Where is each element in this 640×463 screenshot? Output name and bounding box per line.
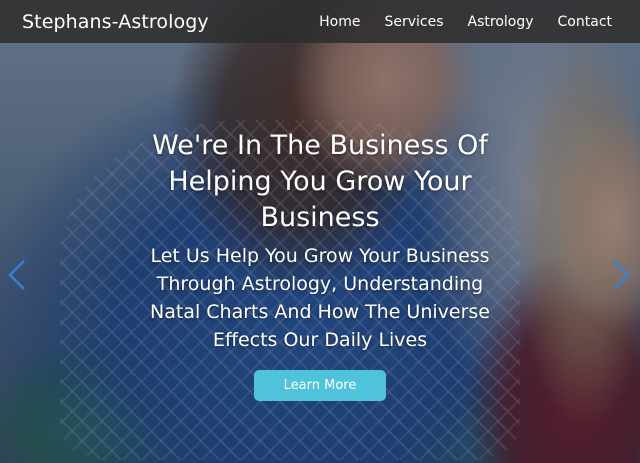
nav-link-home[interactable]: Home: [319, 14, 360, 30]
navbar: Stephans-Astrology Home Services Astrolo…: [0, 0, 640, 43]
nav-link-astrology[interactable]: Astrology: [468, 14, 534, 30]
hero-title: We're In The Business Of Helping You Gro…: [152, 130, 488, 233]
page: Stephans-Astrology Home Services Astrolo…: [0, 0, 640, 463]
learn-more-button[interactable]: Learn More: [254, 370, 386, 401]
hero-subtitle: Let Us Help You Grow Your Business Throu…: [150, 245, 490, 351]
nav-links: Home Services Astrology Contact: [295, 14, 612, 30]
carousel-next-button[interactable]: [610, 258, 632, 292]
nav-link-services[interactable]: Services: [384, 14, 443, 30]
chevron-right-icon: [613, 260, 630, 290]
hero-content: We're In The Business Of Helping You Gro…: [0, 128, 640, 401]
carousel-prev-button[interactable]: [6, 258, 28, 292]
chevron-left-icon: [8, 260, 25, 290]
nav-link-contact[interactable]: Contact: [558, 14, 612, 30]
brand-logo-link[interactable]: Stephans-Astrology: [22, 11, 209, 33]
